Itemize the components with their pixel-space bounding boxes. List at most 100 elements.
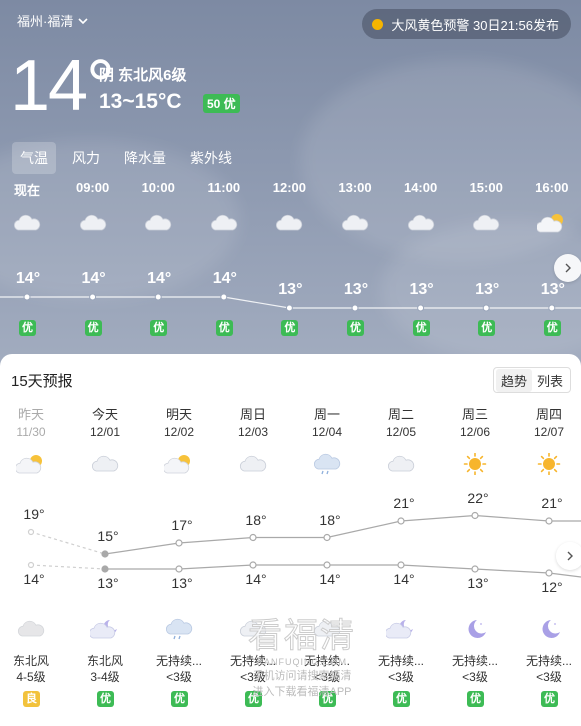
high-point	[101, 550, 109, 558]
day-name: 今天	[91, 407, 118, 422]
day-wind-direction: 无持续...	[377, 654, 424, 668]
daily-forecast-panel: 15天预报 趋势 列表 昨天 11/30 19° 14° 东北风 4-5级良今天 12/01…	[0, 354, 581, 726]
day-name: 周日	[239, 407, 266, 422]
hourly-temp: 13°	[475, 281, 500, 298]
partly-sunny-icon	[164, 455, 190, 474]
hourly-time: 13:00	[338, 180, 372, 195]
high-point	[545, 517, 553, 525]
day-name: 周四	[535, 407, 562, 422]
high-point	[323, 533, 331, 542]
hourly-time: 现在	[13, 183, 40, 198]
hourly-point	[417, 304, 425, 312]
hourly-temp: 13°	[343, 281, 369, 298]
hourly-aqi-badge: 优	[412, 320, 430, 336]
day-aqi-badge: 优	[319, 691, 336, 707]
hourly-aqi-badge: 优	[478, 320, 496, 336]
hourly-temp: 14°	[81, 270, 106, 287]
low-point	[249, 561, 257, 569]
day-wind-direction: 无持续...	[229, 654, 276, 668]
cloudy-icon	[341, 214, 369, 231]
day-high-temp: 21°	[541, 495, 563, 511]
hourly-temp: 14°	[212, 270, 237, 287]
day-wind-direction: 无持续...	[451, 654, 498, 668]
day-wind-level: <3级	[314, 670, 340, 684]
low-point	[323, 561, 331, 569]
day-date: 12/07	[533, 425, 565, 439]
cloudy-icon	[210, 214, 237, 231]
cloudy-icon	[13, 214, 41, 231]
low-point	[101, 565, 109, 573]
sunny-icon	[463, 453, 487, 475]
hourly-next-button[interactable]	[554, 254, 581, 282]
low-point	[397, 561, 405, 569]
day-low-temp: 14°	[245, 571, 267, 587]
moon-icon	[542, 620, 560, 638]
hourly-point	[482, 304, 490, 312]
day-name: 周一	[313, 407, 340, 422]
day-wind-direction: 无持续...	[303, 654, 350, 668]
hourly-point	[23, 293, 31, 301]
hourly-aqi-badge: 优	[281, 320, 299, 336]
day-high-temp: 21°	[393, 495, 415, 511]
day-low-temp: 13°	[97, 575, 119, 591]
day-name: 明天	[165, 407, 192, 422]
hourly-temp: 14°	[147, 270, 172, 287]
day-wind-direction: 东北风	[12, 654, 49, 668]
low-point	[471, 565, 479, 573]
hourly-time: 14:00	[403, 180, 438, 195]
day-aqi-badge: 优	[541, 691, 558, 707]
low-point	[545, 569, 553, 577]
hourly-temp: 14°	[15, 270, 41, 287]
cloudy-icon	[17, 620, 45, 637]
hourly-point	[89, 293, 97, 301]
low-point	[27, 561, 35, 569]
hourly-aqi-badge: 优	[84, 320, 102, 336]
hourly-time: 16:00	[535, 180, 569, 195]
cloudy-icon	[407, 214, 434, 231]
day-low-temp: 13°	[467, 575, 489, 591]
day-wind-direction: 无持续...	[155, 654, 202, 668]
low-point	[175, 565, 183, 573]
day-wind-level: 4-5级	[16, 670, 46, 684]
day-date: 12/02	[163, 425, 195, 439]
daily-next-button[interactable]	[556, 542, 581, 570]
day-wind-level: <3级	[240, 670, 266, 684]
day-low-temp: 13°	[171, 575, 193, 591]
day-name: 昨天	[17, 407, 44, 422]
cloudy-icon	[473, 214, 500, 231]
day-low-temp: 14°	[23, 571, 45, 587]
hourly-temp: 13°	[540, 281, 565, 298]
day-date: 12/04	[311, 425, 343, 439]
cloudy-moon-icon	[90, 620, 117, 639]
cloudy-icon	[239, 620, 267, 637]
day-wind-level: <3级	[388, 670, 414, 684]
partly-sunny-icon	[536, 214, 563, 233]
day-wind-level: 3-4级	[90, 670, 120, 684]
hourly-aqi-badge: 优	[19, 320, 36, 336]
hourly-temp: 13°	[278, 281, 303, 298]
hourly-time: 15:00	[469, 180, 503, 195]
day-wind-level: <3级	[462, 670, 488, 684]
day-aqi-badge: 良	[23, 691, 40, 707]
high-point	[397, 517, 405, 525]
chevron-right-icon	[567, 551, 573, 561]
high-point	[249, 533, 257, 542]
day-low-temp: 14°	[393, 571, 415, 587]
hourly-aqi-badge: 优	[543, 320, 561, 336]
day-high-temp: 22°	[467, 489, 489, 506]
day-high-temp: 17°	[171, 517, 193, 533]
high-point	[27, 528, 35, 536]
day-date: 11/30	[16, 425, 46, 439]
day-low-temp: 12°	[541, 579, 563, 595]
moon-icon	[468, 620, 486, 638]
day-wind-direction: 东北风	[86, 654, 123, 668]
day-high-temp: 18°	[319, 511, 341, 528]
day-date: 12/06	[459, 425, 491, 439]
cloudy-icon	[387, 455, 415, 472]
day-wind-direction: 无持续...	[525, 654, 572, 668]
hourly-point	[351, 304, 359, 312]
hourly-point	[220, 293, 228, 301]
hourly-temp: 13°	[409, 281, 434, 298]
hourly-point	[154, 293, 162, 301]
cloudy-icon	[239, 455, 267, 472]
